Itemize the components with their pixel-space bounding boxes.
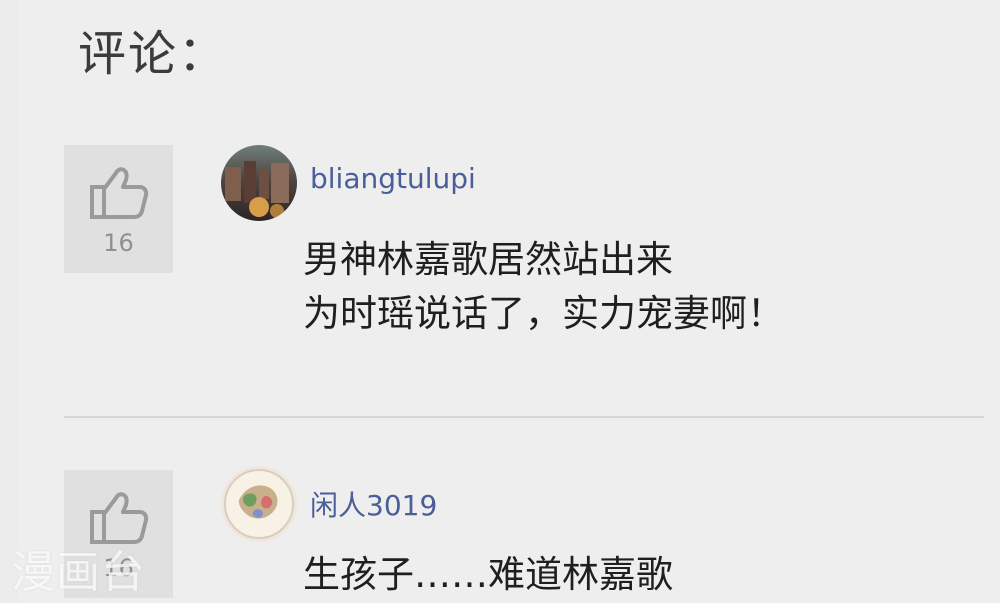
watermark: 漫画台 bbox=[11, 547, 146, 598]
section-title: 评论： bbox=[78, 26, 229, 82]
comment-text-line: 生孩子……难道林嘉歌 bbox=[303, 553, 673, 596]
comment-text-line: 男神林嘉歌居然站出来 bbox=[303, 238, 673, 281]
like-button[interactable]: 16 bbox=[64, 145, 173, 273]
avatar[interactable] bbox=[221, 466, 297, 542]
like-count: 16 bbox=[103, 229, 134, 257]
thumbs-up-icon bbox=[90, 167, 149, 219]
avatar-image bbox=[221, 145, 297, 221]
username-link[interactable]: 闲人3019 bbox=[310, 484, 437, 524]
username-link[interactable]: bliangtulupi bbox=[310, 162, 476, 195]
comment-text-line: 为时瑶说话了，实力宠妻啊！ bbox=[303, 292, 784, 335]
divider bbox=[64, 416, 984, 418]
avatar[interactable] bbox=[221, 145, 297, 221]
avatar-image bbox=[221, 466, 297, 542]
